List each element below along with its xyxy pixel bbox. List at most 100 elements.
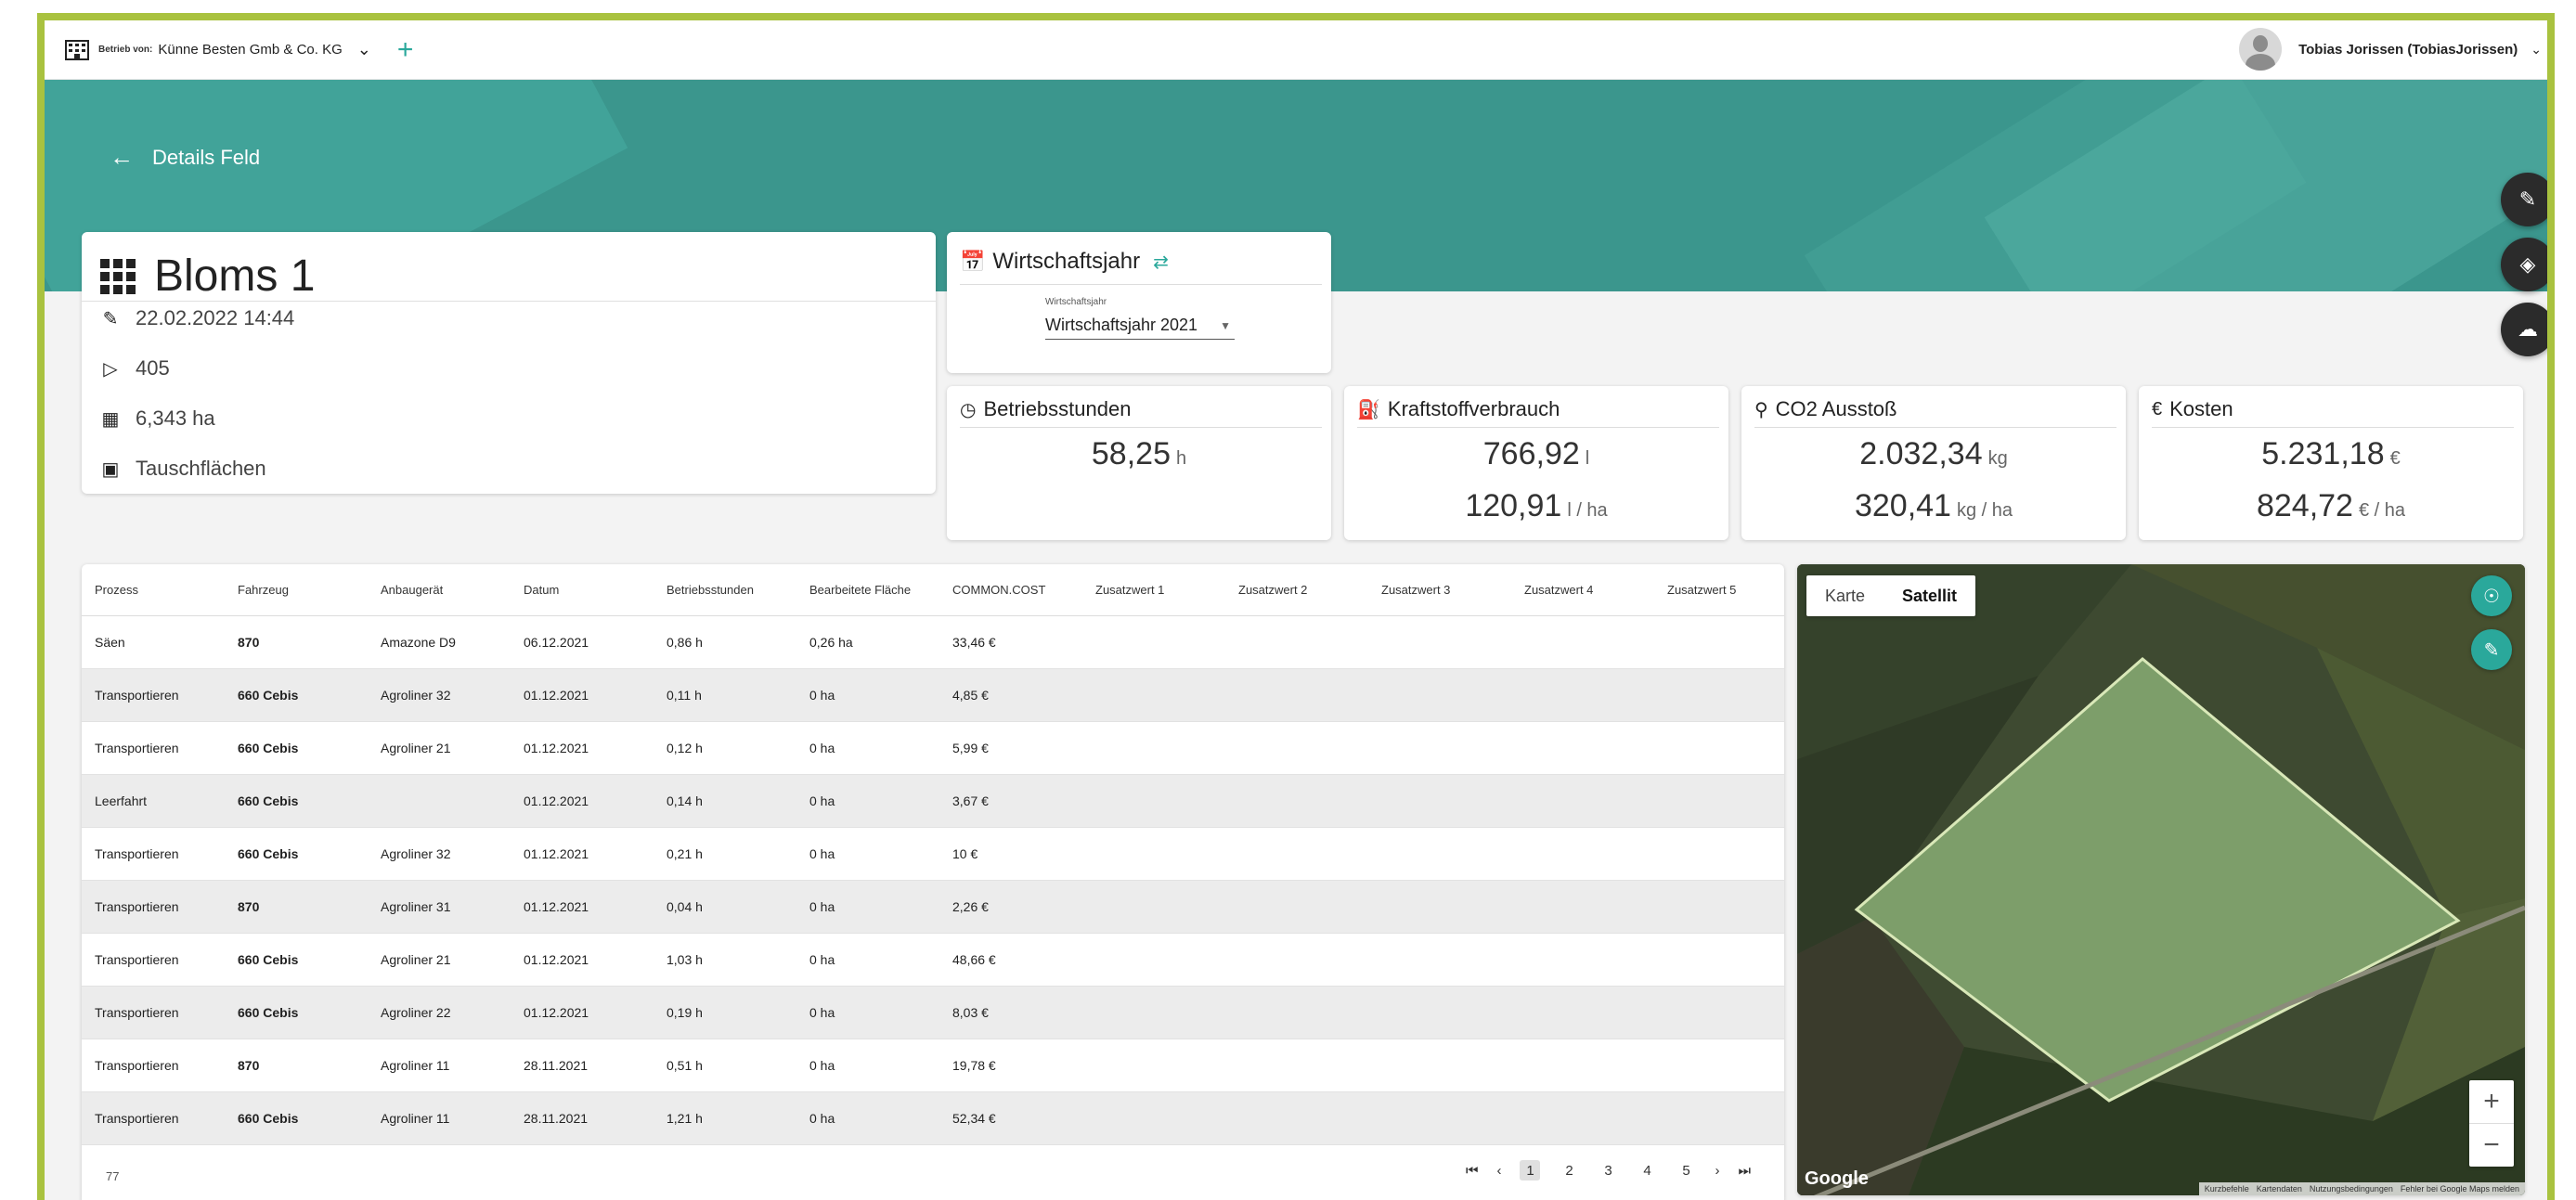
last-page-icon[interactable]: ⏭	[1738, 1163, 1751, 1179]
field-info-card: Bloms 1 ✎ 22.02.2022 14:44 ▷ 405 ▦ 6,343…	[82, 232, 936, 494]
locate-button[interactable]: ☉	[2471, 575, 2512, 616]
grid-icon	[100, 258, 136, 294]
column-header[interactable]: Betriebsstunden	[667, 583, 754, 597]
chevron-down-icon[interactable]: ⌄	[2531, 42, 2542, 58]
field-tag: 405	[136, 356, 170, 380]
table-cell: Agroliner 21	[381, 952, 451, 967]
column-header[interactable]: Zusatzwert 5	[1667, 583, 1736, 597]
building-icon	[65, 39, 89, 60]
column-header[interactable]: Datum	[524, 583, 559, 597]
satellite-map[interactable]: Karte Satellit ☉ ✎ + − Google Kurzbefehl…	[1797, 564, 2525, 1195]
page-button[interactable]: 2	[1559, 1160, 1579, 1181]
table-row[interactable]: Transportieren 660 Cebis Agroliner 22 01.12…	[82, 987, 1784, 1039]
tab-satellite[interactable]: Satellit	[1883, 575, 1975, 616]
map-footer-link[interactable]: Kartendaten	[2257, 1184, 2302, 1194]
table-cell: 0 ha	[809, 1005, 835, 1020]
cloud-upload-fab-button[interactable]: ☁	[2501, 303, 2547, 356]
avatar[interactable]	[2239, 28, 2283, 71]
metric-card-fuel: ⛽ Kraftstoffverbrauch 766,92 l 120,91 l / h…	[1344, 386, 1728, 540]
table-row[interactable]: Transportieren 660 Cebis Agroliner 21 01.12…	[82, 722, 1784, 775]
page-button[interactable]: 1	[1520, 1160, 1541, 1181]
column-header[interactable]: Fahrzeug	[238, 583, 289, 597]
column-header[interactable]: Zusatzwert 4	[1524, 583, 1593, 597]
metric-title: Kraftstoffverbrauch	[1387, 397, 1560, 420]
back-link[interactable]: ← Details Feld	[110, 143, 260, 172]
swap-icon[interactable]: ⇄	[1153, 251, 1169, 274]
table-cell: 10 €	[952, 846, 978, 861]
page-button[interactable]: 5	[1676, 1160, 1696, 1181]
add-tenant-button[interactable]: +	[397, 35, 414, 64]
table-cell: 0 ha	[809, 846, 835, 861]
arrow-left-icon[interactable]: ←	[110, 143, 134, 172]
table-cell: 0,86 h	[667, 635, 703, 650]
column-header[interactable]: Zusatzwert 1	[1095, 583, 1164, 597]
fiscal-year-header: 📅 Wirtschaftsjahr ⇄	[960, 249, 1169, 275]
field-edited-date: 22.02.2022 14:44	[136, 306, 295, 329]
table-row[interactable]: Transportieren 660 Cebis Agroliner 32 01.12…	[82, 828, 1784, 881]
table-cell: 19,78 €	[952, 1058, 996, 1073]
fiscal-year-select-value[interactable]: Wirtschaftsjahr 2021	[1045, 316, 1197, 335]
tab-map[interactable]: Karte	[1806, 575, 1883, 616]
table-row[interactable]: Leerfahrt 660 Cebis 01.12.2021 0,14 h 0 ha 3,…	[82, 775, 1784, 828]
table-row[interactable]: Transportieren 870 Agroliner 11 28.11.2021 0…	[82, 1039, 1784, 1092]
column-header[interactable]: Zusatzwert 2	[1238, 583, 1307, 597]
table-cell: 06.12.2021	[524, 635, 589, 650]
metric-card-hours: ◷ Betriebsstunden 58,25 h	[947, 386, 1331, 540]
layers-fab-button[interactable]: ◈	[2501, 238, 2547, 291]
map-footer-link[interactable]: Fehler bei Google Maps melden	[2401, 1184, 2519, 1194]
column-header[interactable]: COMMON.COST	[952, 583, 1045, 597]
first-page-icon[interactable]: ⏮	[1466, 1163, 1479, 1179]
fiscal-year-select[interactable]: Wirtschaftsjahr 2021 ▼	[1045, 312, 1235, 340]
table-cell: 5,99 €	[952, 741, 989, 755]
table-cell: 0,21 h	[667, 846, 703, 861]
column-header[interactable]: Anbaugerät	[381, 583, 443, 597]
screenshot-frame: Betrieb von: Künne Besten Gmb & Co. KG ⌄…	[0, 0, 2576, 1200]
caret-down-icon[interactable]: ▼	[1220, 319, 1231, 332]
prev-page-icon[interactable]: ‹	[1496, 1163, 1501, 1179]
chevron-down-icon[interactable]: ⌄	[357, 40, 371, 59]
next-page-icon[interactable]: ›	[1715, 1163, 1719, 1179]
table-cell: 52,34 €	[952, 1111, 996, 1126]
metric-value: 58,25 h	[1091, 436, 1187, 471]
euro-icon: €	[2152, 398, 2163, 419]
edit-fab-button[interactable]: ✎	[2501, 173, 2547, 226]
badge-icon: ▣	[101, 458, 120, 480]
table-cell: 660 Cebis	[238, 741, 299, 755]
map-type-toggle[interactable]: Karte Satellit	[1806, 575, 1976, 616]
draw-button[interactable]: ✎	[2471, 629, 2512, 670]
field-name: Bloms 1	[154, 252, 316, 301]
table-cell: 0,12 h	[667, 741, 703, 755]
table-cell: 870	[238, 635, 260, 650]
table-row[interactable]: Transportieren 660 Cebis Agroliner 32 01.12…	[82, 669, 1784, 722]
top-bar: Betrieb von: Künne Besten Gmb & Co. KG ⌄…	[45, 20, 2547, 80]
field-exchange-row: ▣ Tauschflächen	[98, 457, 266, 481]
column-header[interactable]: Prozess	[95, 583, 138, 597]
zoom-out-button[interactable]: −	[2469, 1124, 2514, 1167]
page-button[interactable]: 4	[1637, 1160, 1657, 1181]
page-button[interactable]: 3	[1598, 1160, 1618, 1181]
map-footer-link[interactable]: Kurzbefehle	[2205, 1184, 2249, 1194]
zoom-in-button[interactable]: +	[2469, 1080, 2514, 1123]
metric-value: 5.231,18 €	[2261, 436, 2401, 471]
table-cell: 660 Cebis	[238, 1005, 299, 1020]
cloud-upload-icon: ☁	[2518, 317, 2538, 341]
satellite-imagery[interactable]	[1797, 564, 2525, 1195]
metric-value: 766,92 l	[1482, 436, 1590, 471]
table-cell: Transportieren	[95, 741, 179, 755]
table-row[interactable]: Transportieren 660 Cebis Agroliner 11 28.11…	[82, 1092, 1784, 1145]
map-footer-link[interactable]: Nutzungsbedingungen	[2310, 1184, 2393, 1194]
table-row[interactable]: Säen 870 Amazone D9 06.12.2021 0,86 h 0,26 ha…	[82, 616, 1784, 669]
column-header[interactable]: Bearbeitete Fläche	[809, 583, 911, 597]
table-row[interactable]: Transportieren 660 Cebis Agroliner 21 01.12…	[82, 934, 1784, 987]
user-name[interactable]: Tobias Jorissen (TobiasJorissen)	[2298, 42, 2518, 58]
column-header[interactable]: Zusatzwert 3	[1381, 583, 1450, 597]
grid-small-icon: ▦	[101, 408, 120, 430]
field-exchange: Tauschflächen	[136, 457, 266, 480]
field-tag-row: ▷ 405	[98, 356, 170, 381]
user-menu[interactable]: Tobias Jorissen (TobiasJorissen) ⌄	[2239, 28, 2542, 71]
table-cell: Transportieren	[95, 899, 179, 914]
table-row[interactable]: Transportieren 870 Agroliner 31 01.12.2021 0…	[82, 881, 1784, 934]
table-cell: 28.11.2021	[524, 1058, 589, 1073]
tenant-name[interactable]: Künne Besten Gmb & Co. KG	[158, 42, 342, 58]
table-cell: 660 Cebis	[238, 1111, 299, 1126]
